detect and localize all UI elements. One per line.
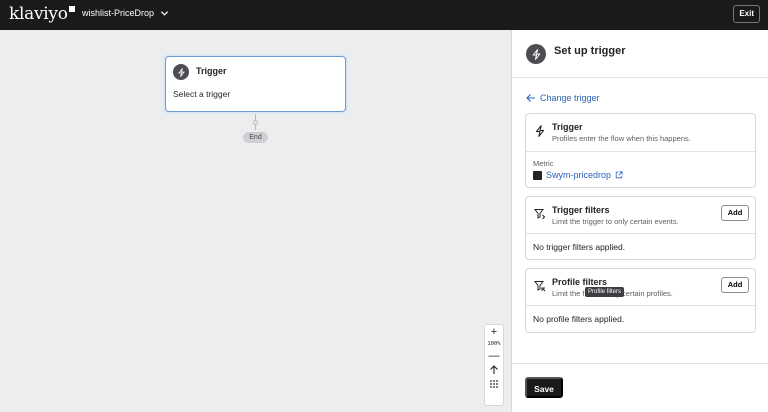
change-trigger-label: Change trigger — [540, 93, 600, 103]
panel-title: Set up trigger — [554, 45, 626, 57]
bolt-icon — [173, 64, 189, 80]
metric-link[interactable]: Swym-pricedrop — [533, 170, 623, 180]
trigger-box-description: Profiles enter the flow when this happen… — [552, 134, 691, 143]
zoom-out-button[interactable]: — — [489, 349, 500, 363]
trigger-box-header: Trigger Profiles enter the flow when thi… — [526, 114, 755, 151]
panel-header: Set up trigger — [512, 30, 768, 78]
bolt-icon — [535, 125, 545, 137]
metric-row: Metric Swym-pricedrop — [526, 151, 755, 187]
trigger-node[interactable]: Trigger Select a trigger — [165, 56, 346, 112]
panel-footer: Save — [512, 363, 768, 412]
trigger-filters-box: Trigger filters Limit the trigger to onl… — [525, 196, 756, 260]
grid-dots-icon[interactable] — [489, 379, 499, 389]
change-trigger-link[interactable]: Change trigger — [526, 93, 600, 103]
trigger-filters-description: Limit the trigger to only certain events… — [552, 217, 679, 226]
zoom-in-button[interactable]: + — [491, 325, 497, 339]
trigger-filters-title: Trigger filters — [552, 205, 610, 215]
external-link-icon — [615, 171, 623, 179]
end-node: End — [243, 132, 268, 143]
top-bar: klaviyo wishlist-PriceDrop Exit — [0, 0, 768, 30]
flow-canvas[interactable]: Trigger Select a trigger End + 100% — — [0, 30, 511, 412]
exit-button[interactable]: Exit — [733, 5, 760, 23]
metric-value: Swym-pricedrop — [546, 170, 612, 180]
chevron-down-icon — [160, 10, 169, 16]
trigger-node-title: Trigger — [196, 66, 227, 76]
profile-filters-empty: No profile filters applied. — [533, 314, 625, 324]
trigger-box: Trigger Profiles enter the flow when thi… — [525, 113, 756, 188]
profile-filters-tooltip: Profile filters — [585, 287, 625, 297]
zoom-level: 100% — [487, 341, 501, 347]
swym-logo-icon — [533, 170, 542, 180]
trigger-box-title: Trigger — [552, 122, 583, 132]
add-trigger-filter-button[interactable]: Add — [721, 205, 749, 221]
filter-icon — [534, 209, 546, 220]
add-profile-filter-button[interactable]: Add — [721, 277, 749, 293]
filter-icon — [534, 281, 546, 292]
arrow-left-icon — [526, 94, 535, 102]
profile-filters-box: Profile filters Limit the flow to only c… — [525, 268, 756, 333]
profile-filters-header: Profile filters Limit the flow to only c… — [526, 269, 755, 305]
metric-label: Metric — [533, 159, 554, 168]
trigger-filters-body: No trigger filters applied. — [526, 233, 755, 259]
setup-trigger-panel: Set up trigger Change trigger Trigger Pr… — [511, 30, 768, 412]
trigger-filters-empty: No trigger filters applied. — [533, 242, 626, 252]
connector-dot[interactable] — [253, 120, 258, 125]
profile-filters-title: Profile filters — [552, 277, 608, 287]
flow-name-label: wishlist-PriceDrop — [82, 8, 155, 18]
trigger-node-subtitle: Select a trigger — [173, 89, 231, 99]
arrow-up-icon[interactable] — [489, 365, 499, 375]
save-button[interactable]: Save — [525, 377, 563, 398]
flow-name-dropdown[interactable]: wishlist-PriceDrop — [82, 8, 169, 18]
zoom-controls: + 100% — — [484, 324, 504, 406]
trigger-filters-header: Trigger filters Limit the trigger to onl… — [526, 197, 755, 233]
bolt-icon — [526, 44, 546, 64]
profile-filters-body: No profile filters applied. — [526, 305, 755, 332]
klaviyo-logo[interactable]: klaviyo — [9, 4, 75, 24]
